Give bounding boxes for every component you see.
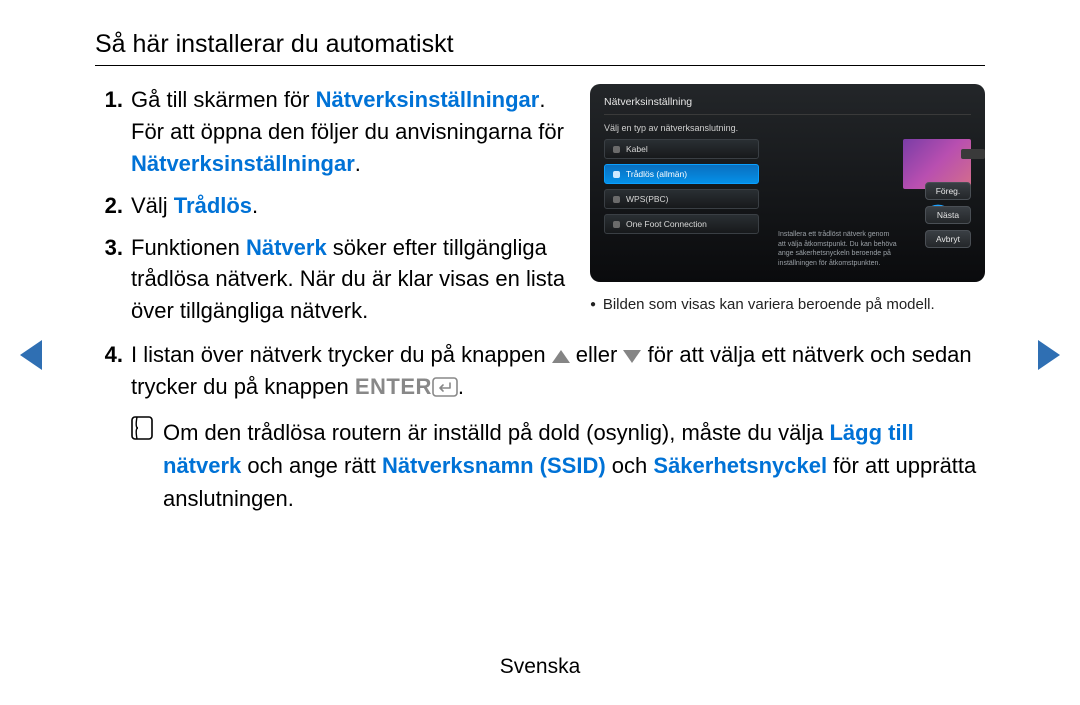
link-network: Nätverk [246,235,327,260]
page-heading: Så här installerar du automatiskt [95,30,985,66]
ss-help-text: Installera ett trådlöst nätverk genom at… [778,230,898,268]
next-page-arrow[interactable] [1038,340,1060,370]
ss-prev-button: Föreg. [925,182,971,200]
text: . [355,151,361,176]
text: Funktionen [131,235,246,260]
link-wireless: Trådlös [174,193,252,218]
text: Gå till skärmen för [131,87,316,112]
ss-next-button: Nästa [925,206,971,224]
text: Välj [131,193,174,218]
footer-language: Svenska [0,655,1080,679]
down-arrow-icon [623,350,641,363]
text: och [606,453,654,478]
screenshot-caption: Bilden som visas kan variera beroende på… [590,296,985,313]
prev-page-arrow[interactable] [20,340,42,370]
step-1: 1. Gå till skärmen för Nätverksinställni… [95,84,572,180]
step-2: 2. Välj Trådlös. [95,190,572,222]
link-security-key: Säkerhetsnyckel [653,453,827,478]
link-network-settings: Nätverksinställningar [131,151,355,176]
text: . [458,374,464,399]
ss-prompt: Välj en typ av nätverksanslutning. [604,123,971,133]
text: och ange rätt [241,453,382,478]
note: Om den trådlösa routern är inställd på d… [131,416,985,515]
ss-option-wireless: Trådlös (allmän) [604,164,759,184]
step-3: 3. Funktionen Nätverk söker efter tillgä… [95,232,572,328]
ss-option-onefoot: One Foot Connection [604,214,759,234]
note-icon [131,416,157,515]
up-arrow-icon [552,350,570,363]
text: Om den trådlösa routern är inställd på d… [163,420,829,445]
text: . [252,193,258,218]
network-settings-screenshot: Nätverksinställning Välj en typ av nätve… [590,84,985,282]
ss-cancel-button: Avbryt [925,230,971,248]
ss-option-cable: Kabel [604,139,759,159]
text: I listan över nätverk trycker du på knap… [131,342,552,367]
enter-key-icon [432,374,458,406]
link-ssid: Nätverksnamn (SSID) [382,453,606,478]
ss-option-wps: WPS(PBC) [604,189,759,209]
step-4: 4. I listan över nätverk trycker du på k… [95,339,985,406]
enter-key-label: ENTER [355,374,432,399]
text: eller [570,342,624,367]
link-network-settings: Nätverksinställningar [316,87,540,112]
ss-title: Nätverksinställning [604,96,971,108]
